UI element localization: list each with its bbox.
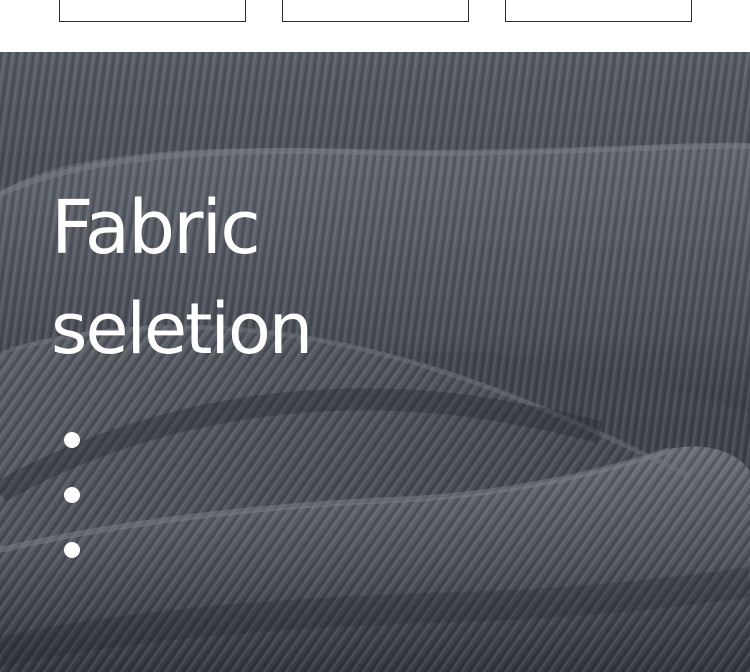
dot-icon bbox=[64, 542, 80, 558]
fabric-photo: Fabric seletion bbox=[0, 52, 750, 672]
top-strip bbox=[0, 0, 750, 52]
heading-line-1: Fabric bbox=[51, 185, 261, 271]
heading-line-2: seletion bbox=[51, 288, 313, 370]
dot-icon bbox=[64, 487, 80, 503]
top-placeholder-box bbox=[282, 0, 469, 22]
decorative-dots bbox=[64, 432, 80, 597]
dot-icon bbox=[64, 432, 80, 448]
section-heading: Fabric seletion bbox=[51, 176, 313, 378]
top-placeholder-box bbox=[59, 0, 246, 22]
top-placeholder-box bbox=[505, 0, 692, 22]
product-detail-page: Fabric seletion bbox=[0, 0, 750, 672]
